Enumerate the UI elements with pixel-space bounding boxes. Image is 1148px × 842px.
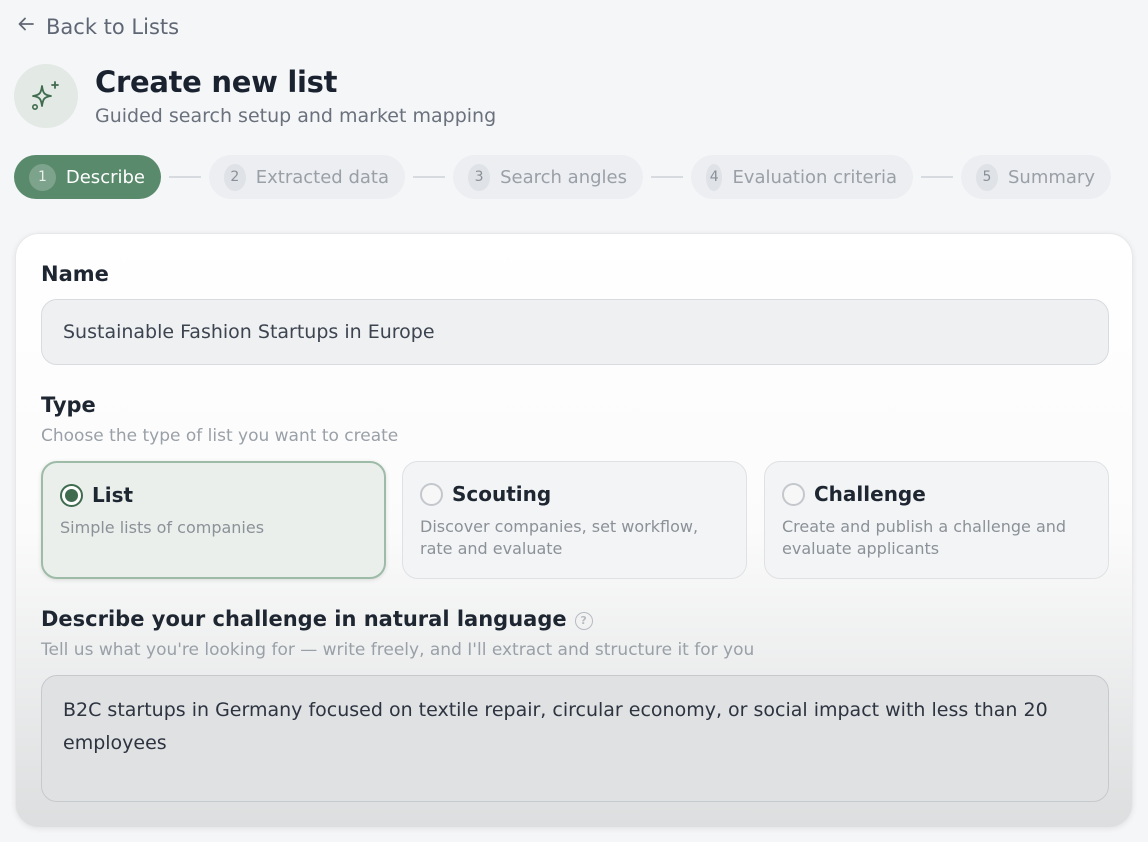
create-list-page: Back to Lists Create new list Guided sea… xyxy=(0,0,1148,842)
step-number: 1 xyxy=(29,163,56,191)
type-option-title: Challenge xyxy=(814,482,926,506)
step-label: Summary xyxy=(1008,166,1095,188)
step-number: 5 xyxy=(976,163,998,191)
type-option-head: List xyxy=(60,483,367,507)
question-icon[interactable]: ? xyxy=(574,611,593,630)
step-evaluation-criteria[interactable]: 4 Evaluation criteria xyxy=(691,155,913,199)
description-help-text: Tell us what you're looking for — write … xyxy=(41,640,755,660)
description-label-row: Describe your challenge in natural langu… xyxy=(41,607,593,631)
name-label: Name xyxy=(41,262,109,286)
step-number: 2 xyxy=(224,163,246,191)
page-title: Create new list xyxy=(95,65,338,99)
step-label: Describe xyxy=(65,166,145,188)
type-option-scouting[interactable]: Scouting Discover companies, set workflo… xyxy=(402,461,747,579)
radio-unselected[interactable] xyxy=(420,482,443,506)
type-option-description: Simple lists of companies xyxy=(60,518,265,537)
step-label: Search angles xyxy=(500,166,627,188)
type-option-title: List xyxy=(92,483,134,507)
back-to-lists-link[interactable]: Back to Lists xyxy=(16,14,179,39)
type-option-title: Scouting xyxy=(452,482,552,506)
step-number: 3 xyxy=(468,163,491,191)
radio-unselected[interactable] xyxy=(782,482,805,506)
step-summary[interactable]: 5 Summary xyxy=(961,155,1111,199)
step-extracted-data[interactable]: 2 Extracted data xyxy=(209,155,405,199)
step-label: Extracted data xyxy=(255,166,389,188)
step-connector xyxy=(651,176,683,178)
type-option-head: Challenge xyxy=(782,482,1091,506)
type-option-list[interactable]: List Simple lists of companies xyxy=(41,461,386,579)
type-option-description: Discover companies, set workflow, rate a… xyxy=(420,517,699,558)
type-label: Type xyxy=(41,393,96,417)
sparkles-icon xyxy=(14,64,78,128)
type-help-text: Choose the type of list you want to crea… xyxy=(41,426,399,446)
step-connector xyxy=(413,176,445,178)
step-number: 4 xyxy=(706,163,723,191)
step-search-angles[interactable]: 3 Search angles xyxy=(453,155,643,199)
name-input-value: Sustainable Fashion Startups in Europe xyxy=(63,321,435,343)
step-label: Evaluation criteria xyxy=(732,166,897,188)
create-list-form-card: Name Sustainable Fashion Startups in Eur… xyxy=(15,233,1133,828)
page-subtitle: Guided search setup and market mapping xyxy=(95,105,497,127)
header-text: Create new list Guided search setup and … xyxy=(95,65,496,127)
type-option-head: Scouting xyxy=(420,482,729,506)
description-label: Describe your challenge in natural langu… xyxy=(41,607,567,631)
radio-selected[interactable] xyxy=(60,483,83,507)
type-option-challenge[interactable]: Challenge Create and publish a challenge… xyxy=(764,461,1109,579)
type-option-description: Create and publish a challenge and evalu… xyxy=(782,517,1067,558)
back-link-label: Back to Lists xyxy=(46,14,180,39)
page-header: Create new list Guided search setup and … xyxy=(14,64,496,128)
step-connector xyxy=(169,176,201,178)
arrow-left-icon xyxy=(16,14,36,39)
step-connector xyxy=(921,176,953,178)
name-input[interactable]: Sustainable Fashion Startups in Europe xyxy=(41,299,1109,365)
step-describe[interactable]: 1 Describe xyxy=(14,155,161,199)
description-textarea[interactable]: B2C startups in Germany focused on texti… xyxy=(41,675,1109,802)
description-textarea-value: B2C startups in Germany focused on texti… xyxy=(63,699,1048,754)
